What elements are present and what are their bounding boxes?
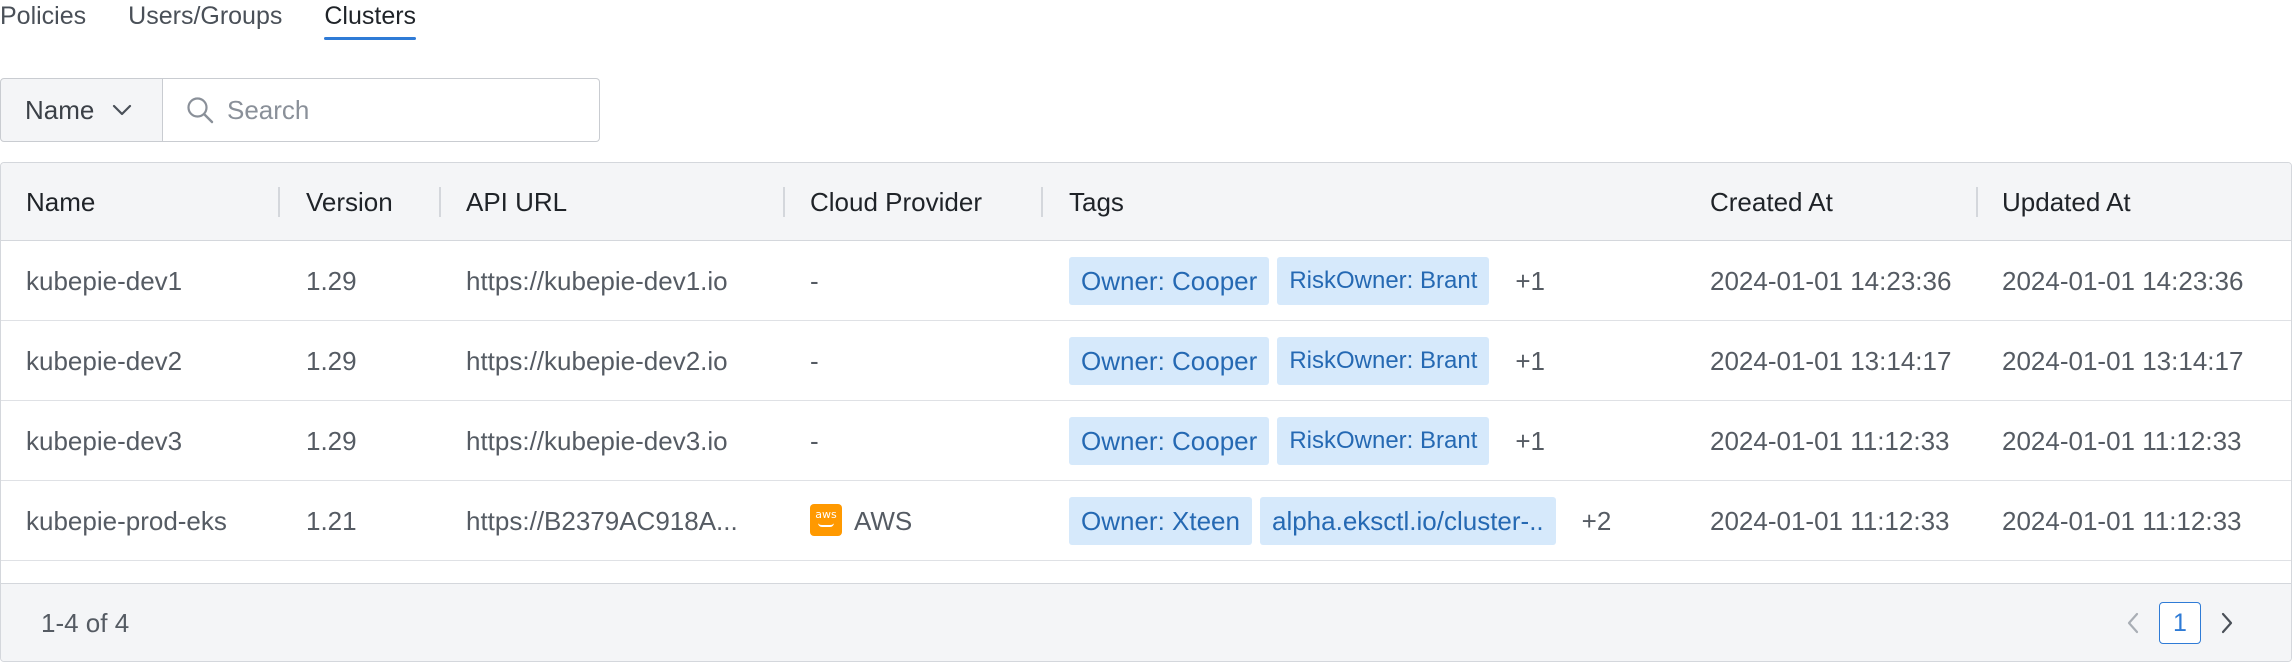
cluster-provider-label: AWS bbox=[854, 506, 912, 536]
cluster-name[interactable]: kubepie-dev2 bbox=[26, 321, 182, 401]
column-header-name[interactable]: Name bbox=[26, 163, 95, 241]
cluster-tags: Owner: Xteen alpha.eksctl.io/cluster-.. … bbox=[1069, 481, 1611, 561]
more-tags-count[interactable]: +1 bbox=[1515, 346, 1545, 377]
cluster-updated-at: 2024-01-01 11:12:33 bbox=[2002, 401, 2242, 481]
tab-users-groups[interactable]: Users/Groups bbox=[128, 0, 282, 38]
cluster-tags: Owner: Cooper RiskOwner: Brant +1 bbox=[1069, 241, 1545, 321]
column-divider[interactable] bbox=[1976, 187, 1978, 217]
cluster-tags: Owner: Cooper RiskOwner: Brant +1 bbox=[1069, 401, 1545, 481]
search-field-label: Name bbox=[25, 95, 94, 126]
pagination: 1 bbox=[2119, 602, 2241, 644]
cluster-api-url: https://kubepie-dev1.io bbox=[466, 241, 728, 321]
cluster-tags: Owner: Cooper RiskOwner: Brant +1 bbox=[1069, 321, 1545, 401]
chevron-right-icon bbox=[2220, 612, 2234, 634]
cluster-version: 1.21 bbox=[306, 481, 357, 561]
cluster-updated-at: 2024-01-01 14:23:36 bbox=[2002, 241, 2243, 321]
table-row[interactable]: kubepie-prod-eks 1.21 https://B2379AC918… bbox=[1, 481, 2292, 561]
table-row[interactable]: kubepie-dev2 1.29 https://kubepie-dev2.i… bbox=[1, 321, 2292, 401]
column-header-tags[interactable]: Tags bbox=[1069, 163, 1124, 241]
cluster-created-at: 2024-01-01 11:12:33 bbox=[1710, 401, 1950, 481]
next-page-button[interactable] bbox=[2213, 602, 2241, 644]
cluster-name[interactable]: kubepie-prod-eks bbox=[26, 481, 227, 561]
chevron-left-icon bbox=[2126, 612, 2140, 634]
tab-policies[interactable]: Policies bbox=[0, 0, 86, 38]
cluster-provider: - bbox=[810, 321, 819, 401]
column-header-cloud-provider[interactable]: Cloud Provider bbox=[810, 163, 982, 241]
clusters-table: Name Version API URL Cloud Provider Tags… bbox=[0, 162, 2292, 662]
tab-bar: Policies Users/Groups Clusters bbox=[0, 0, 458, 40]
column-divider[interactable] bbox=[278, 187, 280, 217]
tag-chip[interactable]: Owner: Cooper bbox=[1069, 417, 1269, 465]
more-tags-count[interactable]: +1 bbox=[1515, 266, 1545, 297]
chevron-down-icon bbox=[112, 104, 132, 116]
search-input[interactable] bbox=[227, 95, 587, 126]
tag-chip[interactable]: RiskOwner: Brant bbox=[1277, 257, 1489, 305]
tag-chip[interactable]: RiskOwner: Brant bbox=[1277, 337, 1489, 385]
cluster-created-at: 2024-01-01 11:12:33 bbox=[1710, 481, 1950, 561]
table-header: Name Version API URL Cloud Provider Tags… bbox=[1, 163, 2291, 241]
column-divider[interactable] bbox=[1041, 187, 1043, 217]
search-field-select[interactable]: Name bbox=[0, 78, 163, 142]
cluster-updated-at: 2024-01-01 13:14:17 bbox=[2002, 321, 2243, 401]
cluster-name[interactable]: kubepie-dev1 bbox=[26, 241, 182, 321]
cluster-api-url: https://kubepie-dev2.io bbox=[466, 321, 728, 401]
aws-logo-icon: aws bbox=[810, 504, 842, 536]
cluster-created-at: 2024-01-01 13:14:17 bbox=[1710, 321, 1951, 401]
cluster-name[interactable]: kubepie-dev3 bbox=[26, 401, 182, 481]
search-icon bbox=[185, 95, 215, 125]
cluster-version: 1.29 bbox=[306, 321, 357, 401]
cluster-created-at: 2024-01-01 14:23:36 bbox=[1710, 241, 1951, 321]
tab-clusters[interactable]: Clusters bbox=[324, 0, 416, 38]
column-header-updated-at[interactable]: Updated At bbox=[2002, 163, 2131, 241]
table-footer: 1-4 of 4 1 bbox=[1, 583, 2292, 662]
search-box bbox=[163, 78, 600, 142]
cluster-api-url: https://kubepie-dev3.io bbox=[466, 401, 728, 481]
pagination-summary: 1-4 of 4 bbox=[41, 584, 129, 662]
more-tags-count[interactable]: +1 bbox=[1515, 426, 1545, 457]
search-bar: Name bbox=[0, 78, 600, 142]
prev-page-button[interactable] bbox=[2119, 602, 2147, 644]
column-header-api-url[interactable]: API URL bbox=[466, 163, 567, 241]
table-row[interactable]: kubepie-dev3 1.29 https://kubepie-dev3.i… bbox=[1, 401, 2292, 481]
cluster-version: 1.29 bbox=[306, 241, 357, 321]
column-header-version[interactable]: Version bbox=[306, 163, 393, 241]
page-number-button[interactable]: 1 bbox=[2159, 602, 2201, 644]
cluster-provider: - bbox=[810, 401, 819, 481]
cluster-provider: aws AWS bbox=[810, 481, 912, 561]
cluster-api-url: https://B2379AC918A... bbox=[466, 481, 738, 561]
tag-chip[interactable]: Owner: Cooper bbox=[1069, 257, 1269, 305]
column-header-created-at[interactable]: Created At bbox=[1710, 163, 1833, 241]
cluster-version: 1.29 bbox=[306, 401, 357, 481]
tag-chip[interactable]: alpha.eksctl.io/cluster-.. bbox=[1260, 497, 1556, 545]
column-divider[interactable] bbox=[439, 187, 441, 217]
cluster-updated-at: 2024-01-01 11:12:33 bbox=[2002, 481, 2242, 561]
tag-chip[interactable]: Owner: Xteen bbox=[1069, 497, 1252, 545]
column-divider[interactable] bbox=[783, 187, 785, 217]
more-tags-count[interactable]: +2 bbox=[1582, 506, 1612, 537]
table-row[interactable]: kubepie-dev1 1.29 https://kubepie-dev1.i… bbox=[1, 241, 2292, 321]
tag-chip[interactable]: RiskOwner: Brant bbox=[1277, 417, 1489, 465]
cluster-provider: - bbox=[810, 241, 819, 321]
tag-chip[interactable]: Owner: Cooper bbox=[1069, 337, 1269, 385]
